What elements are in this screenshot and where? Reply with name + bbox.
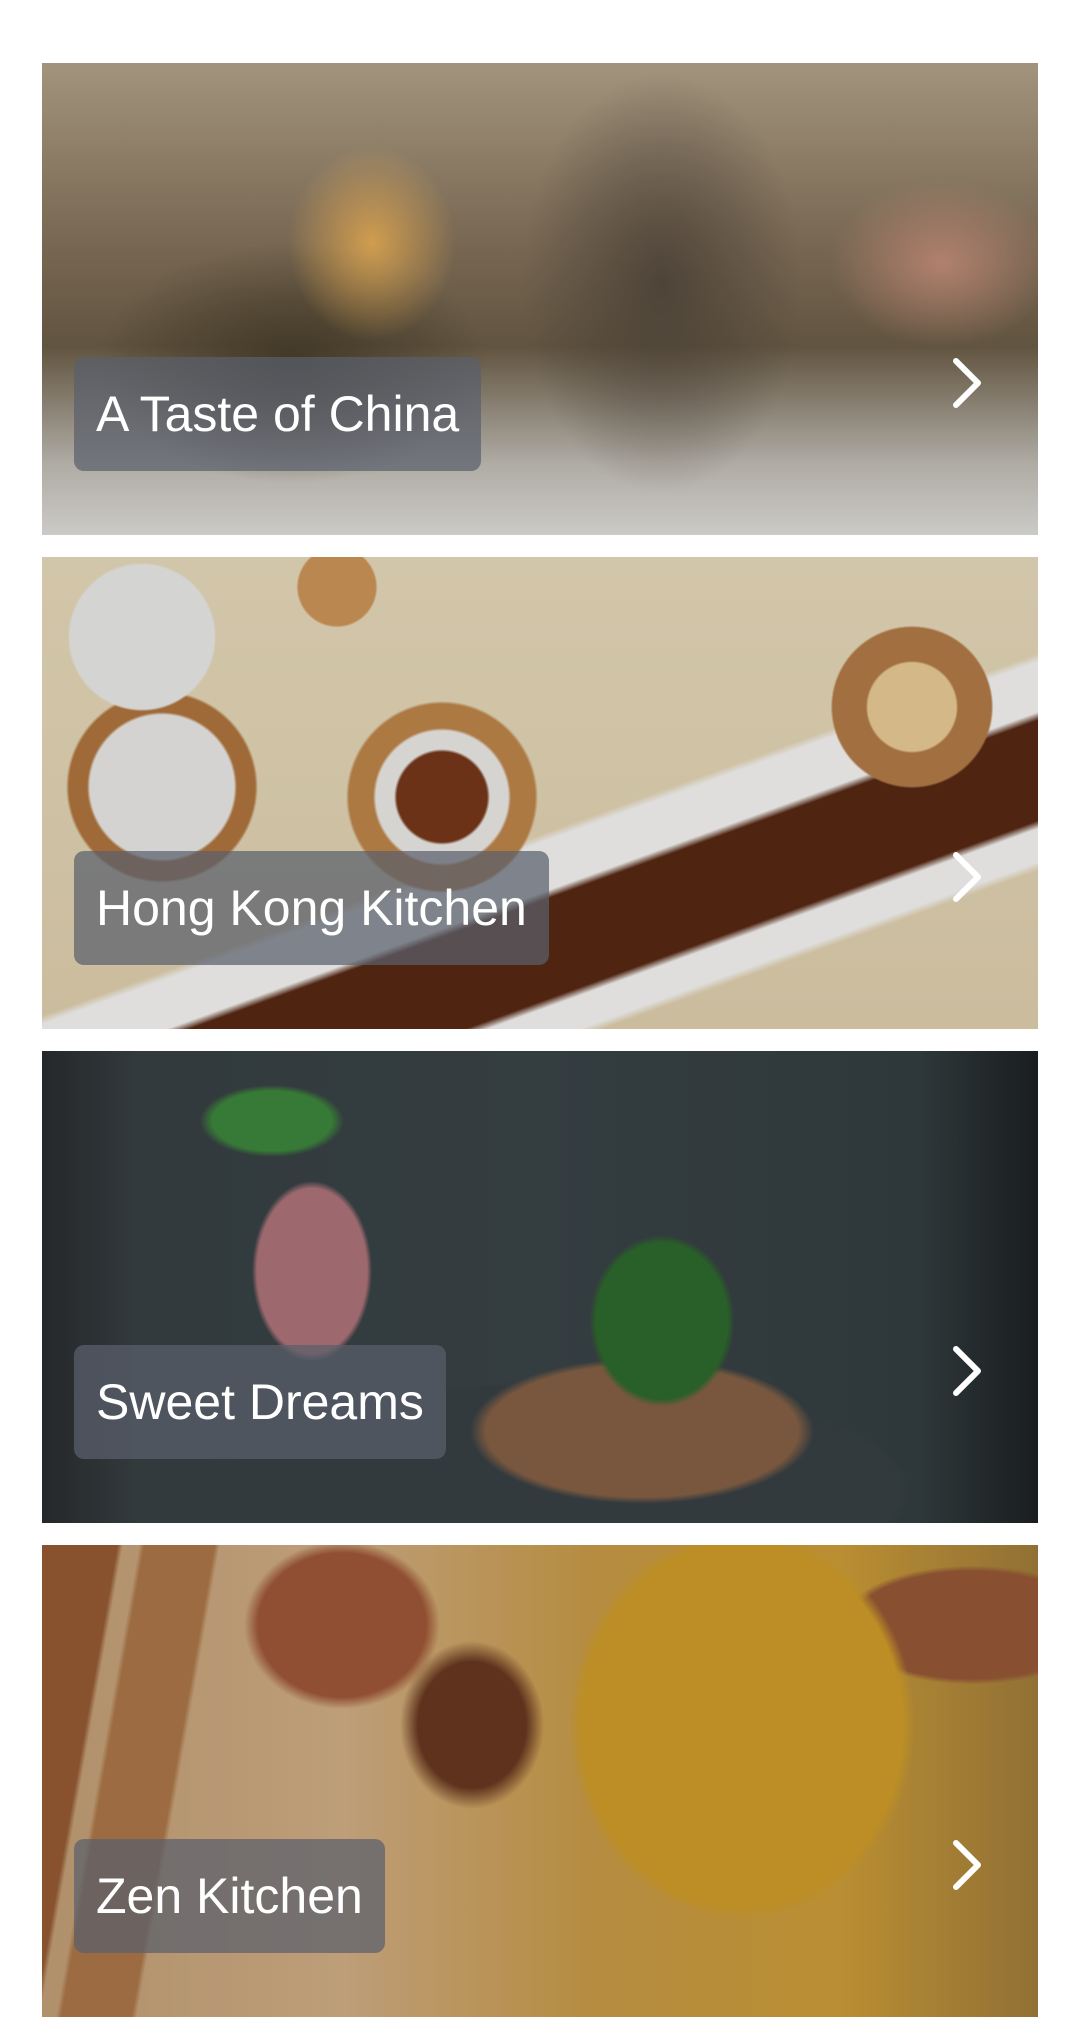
chevron-right-icon[interactable] bbox=[946, 849, 986, 905]
restaurant-card-hong-kong-kitchen[interactable]: Hong Kong Kitchen bbox=[42, 557, 1038, 1029]
restaurant-name-label: Zen Kitchen bbox=[74, 1839, 385, 1953]
restaurant-name: Sweet Dreams bbox=[96, 1374, 424, 1430]
restaurant-card-sweet-dreams[interactable]: Sweet Dreams bbox=[42, 1051, 1038, 1523]
restaurant-name: Zen Kitchen bbox=[96, 1868, 363, 1924]
restaurant-name: A Taste of China bbox=[96, 386, 460, 442]
chevron-right-icon[interactable] bbox=[946, 355, 986, 411]
chevron-right-icon[interactable] bbox=[946, 1343, 986, 1399]
restaurant-name-label: Hong Kong Kitchen bbox=[74, 851, 549, 965]
restaurant-card-a-taste-of-china[interactable]: A Taste of China bbox=[42, 63, 1038, 535]
restaurant-card-zen-kitchen[interactable]: Zen Kitchen bbox=[42, 1545, 1038, 2017]
chevron-right-icon[interactable] bbox=[946, 1837, 986, 1893]
restaurant-name-label: A Taste of China bbox=[74, 357, 482, 471]
restaurant-list: A Taste of China Hong Kong Kitchen Sweet… bbox=[42, 63, 1038, 2039]
restaurant-name: Hong Kong Kitchen bbox=[96, 880, 527, 936]
restaurant-name-label: Sweet Dreams bbox=[74, 1345, 446, 1459]
